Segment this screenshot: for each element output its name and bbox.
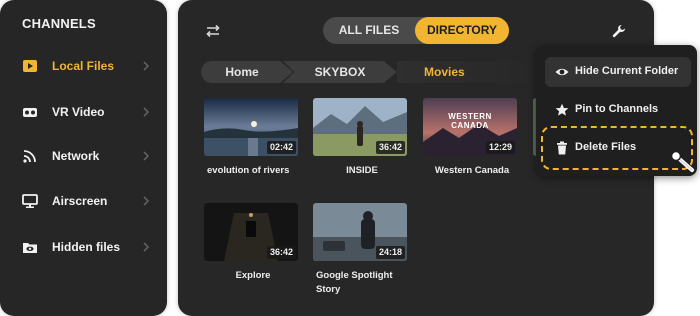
sidebar-item-label: Hidden files — [52, 240, 121, 254]
sidebar-item-airscreen[interactable]: Airscreen — [0, 183, 167, 219]
wrench-icon[interactable] — [612, 24, 626, 38]
view-mode-toggle: ALL FILES DIRECTORY — [323, 17, 509, 44]
sidebar-item-label: Local Files — [52, 59, 115, 73]
duration-badge: 12:29 — [485, 141, 515, 154]
play-folder-icon — [23, 60, 37, 72]
sidebar-title: CHANNELS — [22, 16, 96, 31]
file-name: evolution of rivers — [207, 165, 290, 176]
chevron-right-icon — [143, 61, 149, 71]
sidebar-item-network[interactable]: Network — [0, 138, 167, 174]
eye-icon — [555, 68, 569, 76]
video-thumbnail: WESTERN CANADA 12:29 — [423, 98, 517, 156]
hidden-folder-icon — [23, 243, 37, 253]
tab-all-files[interactable]: ALL FILES — [323, 17, 415, 44]
breadcrumb-skybox[interactable]: SKYBOX — [283, 61, 397, 83]
video-thumbnail: 02:42 — [204, 98, 298, 156]
vr-headset-icon — [23, 108, 37, 117]
file-name: Google Spotlight Story — [316, 270, 393, 295]
file-name: INSIDE — [346, 165, 378, 176]
chevron-right-icon — [143, 107, 149, 117]
wifi-icon — [23, 150, 36, 163]
file-name: Explore — [235, 270, 271, 281]
sidebar-item-label: Airscreen — [52, 194, 108, 208]
duration-badge: 36:42 — [266, 246, 296, 259]
video-thumbnail: 36:42 — [204, 203, 298, 261]
menu-item-hide-current-folder[interactable]: Hide Current Folder — [545, 57, 691, 87]
breadcrumb-movies[interactable]: Movies — [397, 61, 537, 83]
chevron-right-icon — [143, 196, 149, 206]
duration-badge: 02:42 — [266, 141, 296, 154]
menu-item-label: Hide Current Folder — [575, 65, 679, 77]
sidebar-item-vr-video[interactable]: VR Video — [0, 94, 167, 130]
chevron-right-icon — [143, 151, 149, 161]
thumbnail-overlay-text: WESTERN CANADA — [448, 112, 492, 130]
file-name: Western Canada — [434, 165, 510, 176]
duration-badge: 24:18 — [375, 246, 405, 259]
chevron-right-icon — [143, 242, 149, 252]
menu-item-label: Pin to Channels — [575, 103, 659, 115]
tap-pointer-icon — [670, 150, 694, 172]
breadcrumb-home[interactable]: Home — [201, 61, 293, 83]
adjust-settings-icon[interactable] — [206, 24, 220, 38]
star-icon — [555, 103, 569, 116]
channels-sidebar: CHANNELS Local Files VR Video Network Ai… — [0, 0, 167, 316]
video-thumbnail: 24:18 — [313, 203, 407, 261]
sidebar-item-label: Network — [52, 149, 100, 163]
monitor-icon — [22, 194, 38, 208]
duration-badge: 36:42 — [375, 141, 405, 154]
sidebar-item-label: VR Video — [52, 105, 105, 119]
sidebar-item-local-files[interactable]: Local Files — [0, 48, 167, 84]
menu-item-pin-to-channels[interactable]: Pin to Channels — [545, 95, 691, 125]
tab-directory[interactable]: DIRECTORY — [415, 17, 509, 44]
sidebar-item-hidden-files[interactable]: Hidden files — [0, 229, 167, 265]
video-thumbnail: 36:42 — [313, 98, 407, 156]
